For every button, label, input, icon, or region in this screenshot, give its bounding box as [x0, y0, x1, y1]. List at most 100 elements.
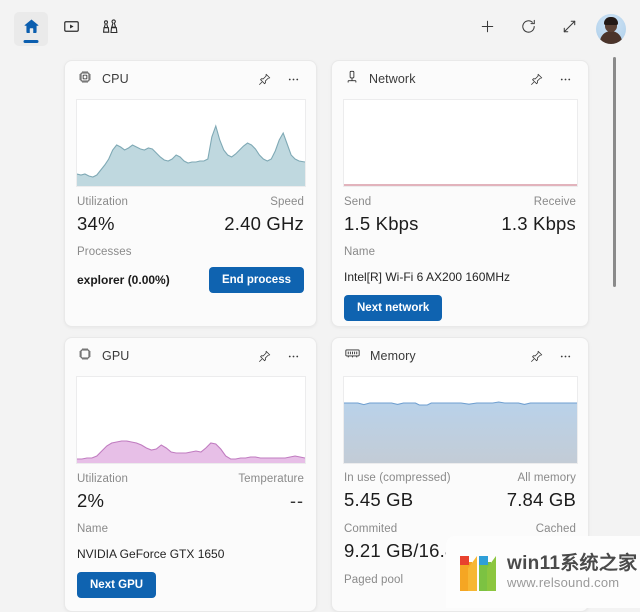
memory-cached-label: Cached [535, 523, 576, 535]
watermark-text: win11系统之家 www.relsound.com [507, 554, 637, 590]
cpu-process-row: explorer (0.00%) End process [77, 267, 304, 293]
pin-icon[interactable] [256, 71, 273, 88]
network-receive-value: 1.3 Kbps [501, 213, 576, 234]
refresh-icon [519, 17, 538, 41]
next-network-button[interactable]: Next network [344, 295, 443, 321]
gpu-values-row: 2% -- [77, 490, 304, 512]
nav-chess-button[interactable] [94, 12, 128, 46]
watermark-logo-icon [454, 553, 498, 591]
network-receive-label: Receive [533, 196, 576, 208]
card-gpu-actions [256, 348, 306, 365]
plus-icon [478, 17, 497, 41]
pin-icon[interactable] [528, 71, 545, 88]
network-device-name: Intel[R] Wi-Fi 6 AX200 160MHz [344, 270, 511, 284]
gpu-temperature-label: Temperature [238, 473, 304, 485]
card-network-actions [528, 71, 578, 88]
gpu-button-row: Next GPU [77, 572, 304, 598]
gpu-chip-icon [77, 346, 93, 367]
pin-icon[interactable] [256, 348, 273, 365]
card-memory-actions [528, 348, 578, 365]
scrollbar-track[interactable] [610, 57, 618, 608]
network-stats: Send Receive 1.5 Kbps 1.3 Kbps Name Inte… [332, 187, 588, 321]
card-cpu-actions [256, 71, 306, 88]
card-memory-title: Memory [370, 349, 416, 363]
card-cpu-header: CPU [65, 61, 316, 97]
card-memory-header: Memory [332, 338, 588, 374]
nav-home-button[interactable] [14, 11, 48, 46]
memory-inuse-label: In use (compressed) [344, 472, 451, 484]
avatar[interactable] [596, 13, 626, 44]
gpu-device-name: NVIDIA GeForce GTX 1650 [77, 547, 225, 561]
gpu-stats: Utilization Temperature 2% -- Name NVIDI… [65, 464, 316, 598]
memory-sub-labels-row: Commited Cached [344, 523, 576, 535]
cpu-stats: Utilization Speed 34% 2.40 GHz Processes… [65, 187, 316, 293]
cpu-labels-row: Utilization Speed [77, 196, 304, 208]
card-gpu-header: GPU [65, 338, 316, 374]
chess-icon [101, 16, 121, 41]
gpu-chart [76, 376, 306, 464]
gpu-name-row: Name [77, 523, 304, 535]
network-device-row: Intel[R] Wi-Fi 6 AX200 160MHz [344, 268, 576, 286]
card-gpu-title: GPU [102, 349, 130, 363]
avatar-body [600, 30, 622, 44]
cpu-utilization-label: Utilization [77, 196, 128, 208]
cpu-speed-label: Speed [270, 196, 304, 208]
cpu-chart [76, 99, 306, 187]
network-values-row: 1.5 Kbps 1.3 Kbps [344, 213, 576, 235]
top-bar [0, 0, 640, 57]
cpu-processes-label: Processes [77, 246, 132, 258]
gpu-name-label: Name [77, 523, 109, 535]
refresh-button[interactable] [514, 15, 542, 43]
pin-icon[interactable] [528, 348, 545, 365]
more-options-icon[interactable] [557, 348, 574, 365]
nav-video-button[interactable] [54, 12, 88, 46]
gpu-utilization-label: Utilization [77, 473, 128, 485]
memory-values-row: 5.45 GB 7.84 GB [344, 489, 576, 511]
more-options-icon[interactable] [285, 348, 302, 365]
network-name-row: Name [344, 246, 576, 258]
expand-button[interactable] [555, 15, 583, 43]
memory-committed-label: Commited [344, 523, 398, 535]
network-send-value: 1.5 Kbps [344, 213, 419, 234]
card-network-title: Network [369, 72, 416, 86]
top-bar-tools [473, 13, 640, 44]
next-gpu-button[interactable]: Next GPU [77, 572, 157, 598]
watermark: win11系统之家 www.relsound.com [446, 536, 640, 608]
memory-paged-pool-label: Paged pool [344, 574, 404, 586]
memory-stick-icon [344, 345, 361, 367]
widget-grid: CPU Utilization Speed 34% 2.40 GHz Proce… [0, 57, 640, 612]
scrollbar-thumb[interactable] [613, 57, 616, 287]
gpu-utilization-value: 2% [77, 490, 105, 511]
gpu-temperature-value: -- [290, 491, 304, 511]
memory-inuse-value: 5.45 GB [344, 489, 414, 510]
network-labels-row: Send Receive [344, 196, 576, 208]
card-network-header: Network [332, 61, 588, 97]
expand-icon [560, 17, 579, 41]
cpu-utilization-value: 34% [77, 213, 115, 234]
cpu-processes-row: Processes [77, 246, 304, 258]
more-options-icon[interactable] [285, 71, 302, 88]
memory-chart [343, 376, 578, 464]
memory-all-label: All memory [517, 472, 576, 484]
cpu-values-row: 34% 2.40 GHz [77, 213, 304, 235]
gpu-device-row: NVIDIA GeForce GTX 1650 [77, 545, 304, 563]
memory-all-value: 7.84 GB [506, 489, 576, 510]
top-bar-nav [0, 11, 128, 46]
more-options-icon[interactable] [557, 71, 574, 88]
gpu-labels-row: Utilization Temperature [77, 473, 304, 485]
memory-labels-row: In use (compressed) All memory [344, 472, 576, 484]
network-chart [343, 99, 578, 187]
watermark-url: www.relsound.com [507, 574, 620, 590]
end-process-button[interactable]: End process [208, 267, 304, 293]
card-gpu: GPU Utilization Temperature 2% -- Name N… [64, 337, 317, 612]
watermark-title: win11系统之家 [507, 553, 638, 575]
cpu-chip-icon [77, 69, 93, 90]
card-network: Network Send Receive 1.5 Kbps 1.3 Kbps N… [331, 60, 589, 327]
cpu-speed-value: 2.40 GHz [224, 213, 304, 234]
card-cpu-title: CPU [102, 72, 129, 86]
video-icon [62, 17, 81, 41]
network-name-label: Name [344, 246, 376, 258]
cpu-process-name: explorer (0.00%) [77, 273, 170, 287]
network-button-row: Next network [344, 295, 576, 321]
add-button[interactable] [473, 15, 501, 43]
